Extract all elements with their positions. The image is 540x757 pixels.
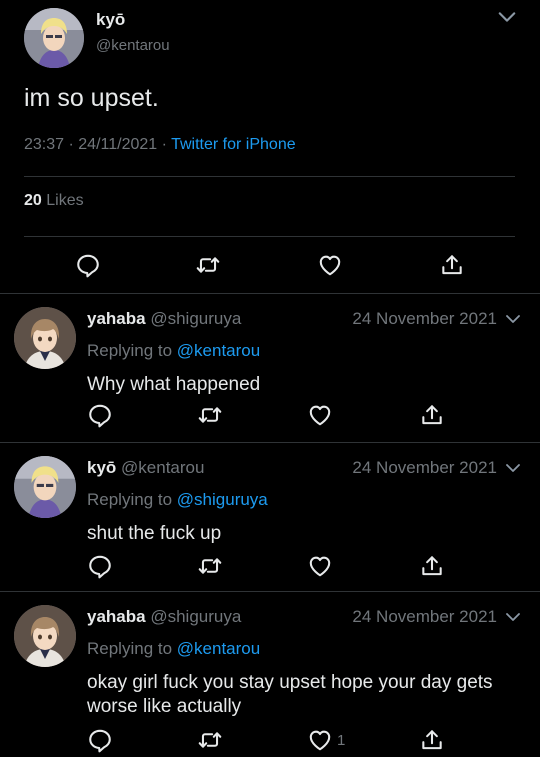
- replying-to-handle[interactable]: @shiguruya: [177, 490, 268, 509]
- share-icon[interactable]: [439, 252, 465, 278]
- reply-actions: 1: [0, 727, 540, 755]
- avatar[interactable]: [14, 605, 76, 667]
- main-tweet: kyō @kentarou im so upset. 23:37 · 24/11…: [0, 0, 540, 294]
- likes-label: Likes: [46, 192, 84, 209]
- reply-actions: [0, 402, 540, 430]
- tweet-actions: [0, 250, 540, 280]
- reply-header: kyō @kentarou: [87, 458, 204, 478]
- heart-icon[interactable]: [307, 727, 333, 753]
- replying-to: Replying to @kentarou: [87, 341, 260, 361]
- heart-icon[interactable]: [317, 252, 343, 278]
- reply-header: yahaba @shiguruya: [87, 309, 241, 329]
- avatar[interactable]: [14, 307, 76, 369]
- separator-dot: ·: [68, 136, 79, 153]
- tweet-time[interactable]: 23:37: [24, 136, 64, 153]
- likes-number: 20: [24, 192, 42, 209]
- reply-date: 24 November 2021: [352, 458, 497, 477]
- replying-to: Replying to @shiguruya: [87, 490, 268, 510]
- retweet-icon[interactable]: [197, 402, 223, 428]
- speech-bubble-icon[interactable]: [87, 553, 113, 579]
- chevron-down-icon[interactable]: [504, 609, 522, 625]
- tweet-source[interactable]: Twitter for iPhone: [171, 136, 296, 153]
- retweet-icon[interactable]: [197, 553, 223, 579]
- display-name[interactable]: kyō: [96, 10, 125, 30]
- chevron-down-icon[interactable]: [504, 460, 522, 476]
- tweet-text: im so upset.: [24, 84, 159, 112]
- heart-icon[interactable]: [307, 553, 333, 579]
- tweet-date[interactable]: 24/11/2021: [78, 136, 157, 153]
- reply-tweet[interactable]: yahaba @shiguruya 24 November 2021 Reply…: [0, 294, 540, 443]
- reply-text: shut the fuck up: [87, 523, 222, 544]
- replying-label: Replying to: [87, 490, 173, 509]
- reply-actions: [0, 553, 540, 581]
- tweet-meta: 23:37 · 24/11/2021 · Twitter for iPhone: [24, 136, 296, 154]
- chevron-down-icon[interactable]: [504, 311, 522, 327]
- replying-to: Replying to @kentarou: [87, 639, 260, 659]
- heart-icon[interactable]: [307, 402, 333, 428]
- likes-count[interactable]: 20 Likes: [24, 192, 84, 210]
- retweet-icon[interactable]: [195, 252, 221, 278]
- handle[interactable]: @shiguruya: [150, 607, 241, 626]
- divider: [24, 236, 515, 237]
- display-name[interactable]: yahaba: [87, 607, 146, 626]
- share-icon[interactable]: [419, 727, 445, 753]
- reply-tweet[interactable]: kyō @kentarou 24 November 2021 Replying …: [0, 443, 540, 592]
- reply-text: okay girl fuck you stay upset hope your …: [87, 672, 493, 717]
- share-icon[interactable]: [419, 553, 445, 579]
- reply-date: 24 November 2021: [352, 607, 497, 626]
- separator-dot: ·: [161, 136, 172, 153]
- reply-text: Why what happened: [87, 374, 261, 395]
- handle[interactable]: @shiguruya: [150, 309, 241, 328]
- speech-bubble-icon[interactable]: [87, 727, 113, 753]
- reply-tweet[interactable]: yahaba @shiguruya 24 November 2021 Reply…: [0, 592, 540, 757]
- display-name[interactable]: yahaba: [87, 309, 146, 328]
- replying-to-handle[interactable]: @kentarou: [177, 639, 260, 658]
- speech-bubble-icon[interactable]: [87, 402, 113, 428]
- retweet-icon[interactable]: [197, 727, 223, 753]
- display-name[interactable]: kyō: [87, 458, 116, 477]
- reply-date: 24 November 2021: [352, 309, 497, 328]
- divider: [24, 176, 515, 177]
- handle[interactable]: @kentarou: [121, 458, 204, 477]
- like-count: 1: [337, 732, 346, 749]
- avatar[interactable]: [14, 456, 76, 518]
- chevron-down-icon[interactable]: [496, 8, 518, 26]
- replying-label: Replying to: [87, 639, 173, 658]
- speech-bubble-icon[interactable]: [75, 252, 101, 278]
- share-icon[interactable]: [419, 402, 445, 428]
- reply-header: yahaba @shiguruya: [87, 607, 241, 627]
- handle[interactable]: @kentarou: [96, 37, 170, 54]
- avatar[interactable]: [24, 8, 84, 68]
- replying-label: Replying to: [87, 341, 173, 360]
- replying-to-handle[interactable]: @kentarou: [177, 341, 260, 360]
